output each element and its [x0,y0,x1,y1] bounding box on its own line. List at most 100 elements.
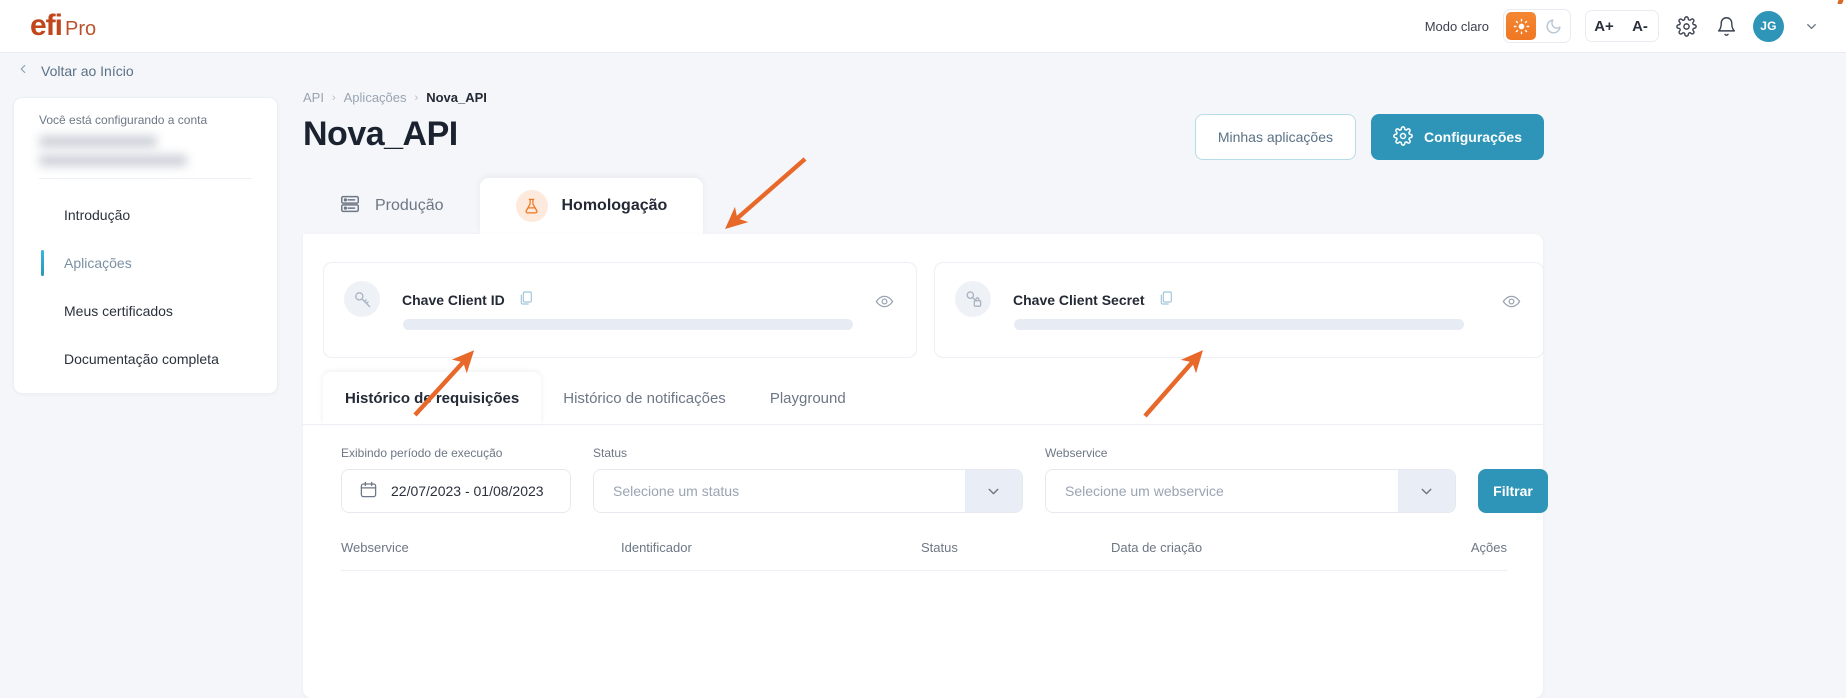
chevron-down-icon[interactable] [1398,470,1455,512]
tab-historico-notificacoes[interactable]: Histórico de notificações [541,372,748,424]
my-applications-label: Minhas aplicações [1217,129,1333,145]
top-bar: efi Pro Modo claro A+ A- JG [0,0,1846,53]
sidebar-item-label: Documentação completa [64,351,219,367]
date-range-input[interactable]: 22/07/2023 - 01/08/2023 [341,469,571,513]
credentials-row: Chave Client ID Chave Client Secret [323,262,1544,358]
environment-panel: Chave Client ID Chave Client Secret Hist… [303,234,1548,698]
back-to-home-link[interactable]: Voltar ao Início [16,62,134,79]
my-applications-button[interactable]: Minhas aplicações [1194,114,1356,160]
theme-mode-label: Modo claro [1424,18,1489,34]
gear-icon[interactable] [1673,13,1699,39]
font-increase-button[interactable]: A+ [1586,11,1622,41]
filter-button[interactable]: Filtrar [1478,469,1548,513]
tab-playground[interactable]: Playground [748,372,868,424]
top-bar-right: Modo claro A+ A- JG [1425,9,1824,43]
chevron-down-icon[interactable] [1798,13,1824,39]
key-lock-icon [955,281,991,317]
date-range-label: Exibindo período de execução [341,446,503,460]
copy-icon[interactable] [1158,290,1174,309]
eye-icon[interactable] [1502,292,1521,316]
tab-label: Homologação [561,197,668,214]
filter-button-label: Filtrar [1493,483,1533,499]
tab-label: Histórico de requisições [345,389,520,407]
gear-icon [1393,125,1413,149]
chevron-left-icon [16,62,30,79]
chevron-down-icon[interactable] [965,470,1022,512]
client-secret-label: Chave Client Secret [1013,291,1145,308]
logo[interactable]: efi Pro [30,0,1846,42]
settings-label: Configurações [1423,129,1522,145]
sun-icon[interactable] [1506,12,1536,40]
sidebar-item-introducao[interactable]: Introdução [14,191,277,239]
sidebar-item-meus-certificados[interactable]: Meus certificados [14,287,277,335]
history-tabs: Histórico de requisições Histórico de no… [323,372,868,424]
status-label: Status [593,446,628,460]
moon-icon[interactable] [1538,12,1568,40]
table-header-divider [341,570,1507,571]
sidebar-item-label: Aplicações [64,255,132,271]
sidebar-nav: Introdução Aplicações Meus certificados … [14,191,277,383]
client-secret-title-row: Chave Client Secret [1013,290,1174,309]
column-header-webservice: Webservice [341,540,409,555]
back-link-label: Voltar ao Início [41,62,134,79]
client-id-masked-value [403,319,853,330]
requests-table-header: Webservice Identificador Status Data de … [341,540,1507,555]
breadcrumb-item-current: Nova_API [426,90,487,105]
column-header-acoes: Ações [1470,540,1507,555]
client-id-label: Chave Client ID [402,291,505,308]
sidebar-divider [39,178,252,179]
column-header-data-de-criacao: Data de criação [1111,540,1203,555]
webservice-placeholder: Selecione um webservice [1065,483,1224,499]
logo-efi-text: efi [30,9,63,42]
tab-historico-requisicoes[interactable]: Histórico de requisições [323,372,542,424]
date-range-field: Exibindo período de execução 22/07/2023 … [341,446,571,513]
webservice-field: Webservice Selecione um webservice [1045,446,1456,513]
sidebar: Você está configurando a conta Introduçã… [13,97,278,394]
tab-producao[interactable]: Produção [303,178,480,234]
header-actions: Minhas aplicações Configurações [1194,114,1544,160]
date-range-value: 22/07/2023 - 01/08/2023 [391,483,544,499]
webservice-label: Webservice [1045,446,1108,460]
flask-icon [515,190,548,222]
copy-icon[interactable] [518,290,534,309]
sidebar-account-note: Você está configurando a conta [39,113,208,127]
theme-toggle[interactable] [1503,9,1571,43]
arrow-to-homologacao-tab [725,157,807,229]
masked-line [39,155,187,166]
tab-homologacao[interactable]: Homologação [479,178,704,234]
client-secret-masked-value [1014,319,1464,330]
logo-pro-text: Pro [65,18,97,40]
tab-label: Histórico de notificações [563,389,726,407]
avatar[interactable]: JG [1753,10,1784,42]
breadcrumb-item-api[interactable]: API [303,90,324,105]
client-id-title-row: Chave Client ID [402,290,534,309]
logo-accent-mark [1837,0,1846,4]
status-select[interactable]: Selecione um status [593,469,1023,513]
calendar-icon [359,480,378,502]
bell-icon[interactable] [1713,13,1739,39]
status-field: Status Selecione um status [593,446,1023,513]
breadcrumb-separator-icon: › [331,91,336,104]
sidebar-item-label: Meus certificados [64,303,173,319]
font-decrease-button[interactable]: A- [1622,11,1658,41]
server-icon [339,193,361,220]
key-icon [344,281,380,317]
tabs-divider [303,424,1543,425]
app-root: efi Pro Modo claro A+ A- JG Voltar ao In… [0,0,1846,698]
masked-line [39,136,157,147]
eye-icon[interactable] [875,292,894,316]
breadcrumb-item-aplicacoes[interactable]: Aplicações [344,90,407,105]
sidebar-account-masked [39,136,277,166]
sidebar-item-aplicacoes[interactable]: Aplicações [14,239,277,287]
breadcrumb: API › Aplicações › Nova_API [303,90,1543,105]
environment-tabs: Produção Homologação [303,178,704,234]
client-id-card: Chave Client ID [323,262,917,358]
status-placeholder: Selecione um status [613,483,740,499]
breadcrumb-separator-icon: › [414,91,419,104]
filters-row: Exibindo período de execução 22/07/2023 … [341,446,1548,513]
client-secret-card: Chave Client Secret [934,262,1544,358]
sidebar-item-documentacao-completa[interactable]: Documentação completa [14,335,277,383]
font-size-controls: A+ A- [1585,10,1659,42]
settings-button[interactable]: Configurações [1370,114,1544,160]
webservice-select[interactable]: Selecione um webservice [1045,469,1456,513]
